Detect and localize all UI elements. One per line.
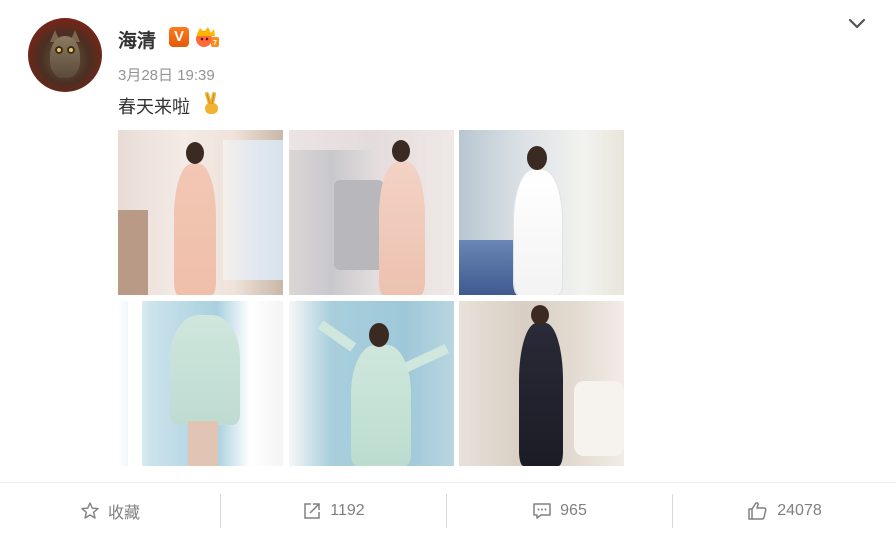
photo-1-head <box>186 142 204 164</box>
crown-badge-icon: 7 <box>196 27 219 47</box>
avatar[interactable] <box>28 18 102 92</box>
favorite-label: 收藏 <box>107 504 140 522</box>
photo-1-rack <box>223 140 283 280</box>
photo-1-figure <box>174 164 216 295</box>
photo-3-head <box>527 146 547 170</box>
photo-5-arm-left <box>317 320 357 352</box>
photo-5-arm-right <box>403 343 450 373</box>
photo-3[interactable] <box>459 130 624 295</box>
photo-2[interactable] <box>289 130 454 295</box>
photo-1[interactable] <box>118 130 283 295</box>
photo-6[interactable] <box>459 301 624 466</box>
photo-6-head <box>531 305 549 325</box>
photo-2-jacket <box>334 180 384 270</box>
svg-text:7: 7 <box>213 40 217 47</box>
repost-button[interactable]: 1192 <box>221 483 446 538</box>
username[interactable]: 海清 <box>118 26 156 53</box>
photo-5[interactable] <box>289 301 454 466</box>
owl-eye-left <box>55 46 63 54</box>
comment-icon <box>533 502 551 519</box>
photo-2-head <box>392 140 410 162</box>
post-text: 春天来啦 <box>118 97 190 117</box>
photo-5-head <box>369 323 389 347</box>
victory-hand-icon <box>205 92 218 114</box>
comment-button[interactable]: 965 <box>447 483 672 538</box>
comment-count: 965 <box>560 501 587 519</box>
star-icon <box>81 501 99 519</box>
share-icon <box>304 502 321 519</box>
like-count: 24078 <box>777 501 822 519</box>
owl-eye-right <box>67 46 75 54</box>
repost-count: 1192 <box>330 501 365 519</box>
weibo-post-card: 海清 V 7 3月28日 19:39 春天来啦 收藏 1192 965 2407… <box>0 0 896 538</box>
photo-2-figure <box>379 162 425 295</box>
favorite-button[interactable]: 收藏 <box>0 483 220 538</box>
photo-6-chair <box>574 381 624 456</box>
chevron-down-icon[interactable] <box>846 14 868 32</box>
photo-6-figure <box>519 323 563 466</box>
owl-body <box>50 36 80 78</box>
like-button[interactable]: 24078 <box>673 483 896 538</box>
photo-1-table <box>118 210 148 295</box>
photo-4-frame <box>128 301 142 466</box>
photo-4-legs <box>188 421 218 466</box>
photo-4[interactable] <box>118 301 283 466</box>
photo-5-figure <box>351 345 411 466</box>
thumbs-up-icon <box>748 501 767 520</box>
verified-badge-icon: V <box>169 27 189 47</box>
post-timestamp[interactable]: 3月28日 19:39 <box>118 64 215 85</box>
photo-3-figure <box>514 170 562 295</box>
photo-4-figure <box>170 315 240 425</box>
